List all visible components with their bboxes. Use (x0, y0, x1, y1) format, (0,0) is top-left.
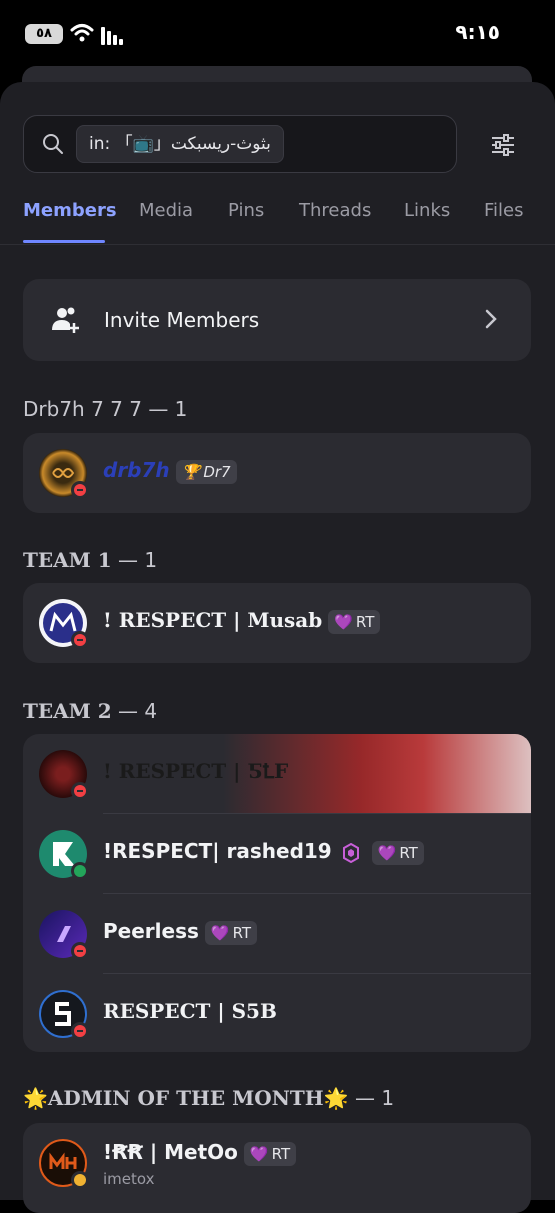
purple-heart-icon: 💜 (249, 1144, 269, 1163)
member-list-card: ! RESPECT | ƼꝈF !RESPECT| rashed19 💜 RT P… (23, 734, 531, 1052)
role-badge: 💜 RT (328, 609, 381, 634)
purple-heart-icon: 💜 (377, 843, 397, 862)
member-row[interactable]: RESPECT | S5B (23, 974, 531, 1052)
dnd-status-icon (71, 1022, 89, 1040)
tab-pins[interactable]: Pins (228, 200, 264, 221)
member-subtitle: imetox (103, 1170, 155, 1188)
invite-members-label: Invite Members (104, 308, 260, 332)
role-name: Drb7h 7 7 7 (23, 397, 142, 421)
search-channel: 「📺」بثوث-ريسبكت (115, 134, 271, 154)
role-count: — 1 (354, 1086, 395, 1110)
chevron-right-icon (485, 309, 497, 329)
member-list-card: drb7h 🏆 Dr7 (23, 433, 531, 513)
member-list-card: ! RESPECT | Musab 💜 RT (23, 583, 531, 663)
signal-icon (101, 26, 125, 45)
tab-bar: Members Media Pins Threads Links Files (0, 192, 555, 245)
member-row[interactable]: !RESPECT| rashed19 💜 RT (23, 814, 531, 894)
role-name: TEAM 1 (23, 548, 112, 572)
purple-heart-icon: 💜 (210, 923, 230, 942)
tab-links[interactable]: Links (404, 200, 450, 221)
role-count: — 1 (148, 397, 188, 421)
member-name: Peerless 💜 RT (103, 919, 258, 945)
active-tab-indicator (23, 240, 105, 243)
tab-members[interactable]: Members (23, 200, 117, 221)
member-row[interactable]: Peerless 💜 RT (23, 894, 531, 974)
member-row[interactable]: ! RESPECT | ƼꝈF (23, 734, 531, 814)
tab-media[interactable]: Media (139, 200, 193, 221)
battery-icon: ٥٨ (25, 24, 63, 44)
search-scope-prefix: in: (89, 134, 111, 154)
trophy-icon: 🏆 (181, 462, 201, 481)
search-bar[interactable]: in: 「📺」بثوث-ريسبكت (23, 115, 457, 173)
role-badge: 🏆 Dr7 (175, 459, 237, 484)
role-name: ADMIN OF THE MONTH (47, 1086, 324, 1110)
tab-threads[interactable]: Threads (299, 200, 371, 221)
filter-sliders-icon[interactable] (490, 132, 516, 158)
role-count: — 1 (118, 548, 158, 572)
role-header: Drb7h 7 7 7 — 1 (23, 397, 187, 421)
status-bar: ٥٨ ٩:١٥ (0, 0, 555, 68)
add-user-icon (52, 307, 79, 333)
wifi-icon (70, 24, 94, 42)
member-name: !RESPECT| rashed19 💜 RT (103, 839, 424, 865)
role-badge: 💜 RT (243, 1141, 297, 1166)
tab-files[interactable]: Files (484, 200, 524, 221)
member-name: !ꞦꞦ | MetOo 💜 RT (103, 1140, 297, 1166)
idle-status-icon (71, 1171, 89, 1189)
clock: ٩:١٥ (455, 20, 500, 44)
role-header: TEAM 1 — 1 (23, 548, 157, 572)
dnd-status-icon (71, 481, 89, 499)
hexagon-badge-icon (342, 842, 359, 863)
role-name: TEAM 2 (23, 699, 112, 723)
member-name: drb7h 🏆 Dr7 (103, 458, 237, 484)
purple-heart-icon: 💜 (334, 612, 353, 631)
role-header: 🌟ADMIN OF THE MONTH🌟 — 1 (23, 1086, 394, 1110)
invite-members-button[interactable]: Invite Members (23, 279, 531, 361)
star-icon: 🌟 (323, 1086, 349, 1110)
member-row[interactable]: drb7h 🏆 Dr7 (23, 433, 531, 513)
dnd-status-icon (71, 631, 89, 649)
search-icon (43, 134, 63, 154)
dnd-status-icon (71, 782, 89, 800)
search-filter-chip[interactable]: in: 「📺」بثوث-ريسبكت (76, 125, 284, 163)
member-row[interactable]: ! RESPECT | Musab 💜 RT (23, 583, 531, 663)
role-badge: 💜 RT (371, 840, 424, 865)
role-badge: 💜 RT (204, 920, 258, 945)
member-name: RESPECT | S5B (103, 999, 277, 1023)
role-count: — 4 (118, 699, 158, 723)
role-header: TEAM 2 — 4 (23, 699, 157, 723)
star-icon: 🌟 (23, 1086, 48, 1110)
online-status-icon (71, 862, 89, 880)
member-row[interactable]: !ꞦꞦ | MetOo 💜 RT imetox (23, 1123, 531, 1203)
dnd-status-icon (71, 942, 89, 960)
member-name: ! RESPECT | ƼꝈF (103, 759, 289, 783)
member-name: ! RESPECT | Musab 💜 RT (103, 608, 381, 634)
